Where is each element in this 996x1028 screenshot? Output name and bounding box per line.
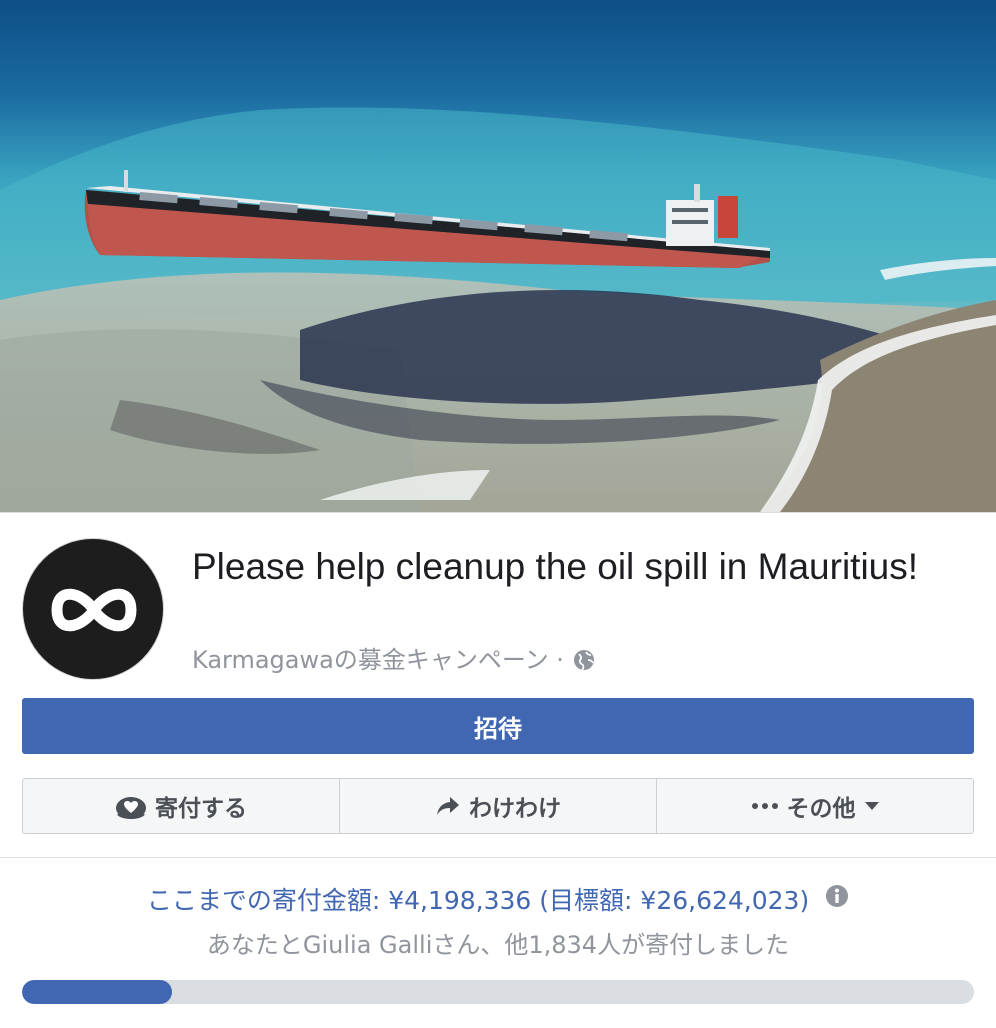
campaign-title: Please help cleanup the oil spill in Mau… (192, 546, 919, 587)
share-button[interactable]: わけわけ (340, 779, 657, 833)
globe-icon (572, 648, 596, 672)
amount-raised-text: ここまでの寄付金額: ¥4,198,336 (目標額: ¥26,624,023) (146, 886, 810, 915)
share-arrow-icon (435, 794, 461, 818)
action-bar: 寄付する わけわけ その他 (22, 778, 974, 834)
info-icon[interactable] (825, 883, 849, 917)
organizer-line: Karmagawaの募金キャンペーン · (192, 644, 596, 676)
more-button[interactable]: その他 (657, 779, 973, 833)
donate-heart-icon (115, 792, 147, 820)
invite-button-label: 招待 (474, 714, 522, 743)
donate-button-label: 寄付する (155, 796, 247, 822)
section-divider (0, 857, 996, 858)
donate-button[interactable]: 寄付する (23, 779, 340, 833)
organizer-text[interactable]: Karmagawaの募金キャンペーン · (192, 644, 564, 676)
donors-summary[interactable]: あなたとGiulia Galliさん、他1,834人が寄付しました (0, 928, 996, 962)
ellipsis-icon (751, 801, 779, 811)
cover-photo[interactable] (0, 0, 996, 512)
infinity-logo-icon (51, 588, 137, 632)
cover-divider (0, 512, 996, 513)
caret-down-icon (864, 801, 880, 811)
cover-photo-image (0, 0, 996, 512)
organizer-avatar[interactable] (22, 538, 164, 680)
funding-progress-bar (22, 980, 974, 1004)
funding-progress-fill (22, 980, 173, 1004)
share-button-label: わけわけ (469, 796, 561, 822)
amount-raised: ここまでの寄付金額: ¥4,198,336 (目標額: ¥26,624,023) (0, 884, 996, 918)
more-button-label: その他 (786, 796, 856, 822)
invite-button[interactable]: 招待 (22, 698, 974, 754)
